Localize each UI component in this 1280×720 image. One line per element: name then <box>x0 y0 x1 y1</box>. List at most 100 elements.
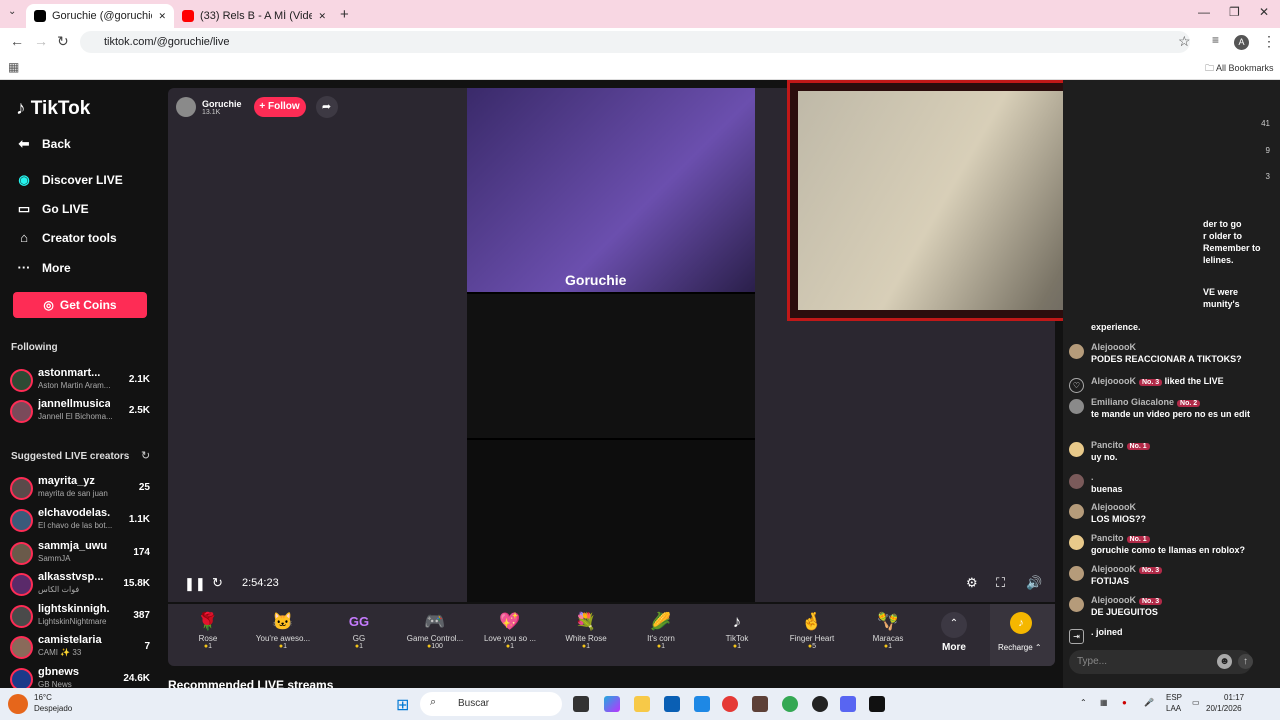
new-tab-icon[interactable]: + <box>340 6 349 23</box>
host-name[interactable]: Goruchie <box>202 99 242 109</box>
nav-discover-live[interactable]: ◉ Discover LIVE <box>16 172 122 188</box>
weather-icon[interactable] <box>8 694 28 714</box>
discord-icon[interactable] <box>840 696 856 712</box>
follow-button[interactable]: + Follow <box>253 97 306 117</box>
maximize-icon[interactable]: ❐ <box>1229 5 1240 19</box>
refresh-icon[interactable]: ↻ <box>141 449 150 462</box>
nav-go-live[interactable]: ▭ Go LIVE <box>16 201 89 217</box>
chrome-icon[interactable] <box>722 696 738 712</box>
nav-creator-tools[interactable]: ⌂ Creator tools <box>16 230 117 245</box>
settings-gear-icon[interactable]: ⚙ <box>966 575 978 591</box>
chat-username[interactable]: AlejooooK <box>1091 564 1136 574</box>
creator-name: mayrita_yz <box>38 475 95 487</box>
task-view-icon[interactable] <box>573 696 589 712</box>
gift-youre-awesome[interactable]: 🐱 You're aweso... ●1 <box>248 610 318 650</box>
get-coins-button[interactable]: ◎ Get Coins <box>13 292 147 318</box>
chat-username[interactable]: Emiliano Giacalone <box>1091 397 1174 407</box>
language-indicator[interactable]: ESP <box>1166 693 1182 702</box>
send-icon[interactable]: ↑ <box>1238 654 1253 669</box>
suggested-item[interactable]: mayrita_yz mayrita de san juan 25 <box>10 475 155 503</box>
edge-icon[interactable] <box>694 696 710 712</box>
gift-game-controller[interactable]: 🎮 Game Control... ●100 <box>400 610 470 650</box>
share-icon[interactable]: ➦ <box>315 96 338 118</box>
chrome-profile-icon[interactable] <box>782 696 798 712</box>
chat-username[interactable]: AlejooooK <box>1091 502 1136 512</box>
volume-icon[interactable]: 🔊 <box>1026 575 1042 591</box>
gift-its-corn[interactable]: 🌽 It's corn ●1 <box>626 610 696 650</box>
notice-line: Remember to <box>1203 243 1261 253</box>
more-gifts-button[interactable]: More <box>942 642 966 653</box>
tiktok-logo[interactable]: ♪ TikTok <box>16 98 90 120</box>
mic-icon[interactable]: 🎤 <box>1144 698 1154 707</box>
suggested-item[interactable]: elchavodelas... El chavo de las bot... 1.1… <box>10 507 155 535</box>
following-item[interactable]: jannellmusica Jannell El Bichoma... 2.5K <box>10 398 155 426</box>
tray-chevron-icon[interactable]: ⌃ <box>1080 698 1087 707</box>
gift-white-rose[interactable]: 💐 White Rose ●1 <box>551 610 621 650</box>
gift-maracas[interactable]: 🪇 Maracas ●1 <box>853 610 923 650</box>
nav-more[interactable]: ··· More <box>16 260 71 275</box>
all-bookmarks-button[interactable]: 🗀 All Bookmarks <box>1205 61 1274 77</box>
close-window-icon[interactable]: ✕ <box>1259 5 1269 19</box>
chevron-up-icon[interactable]: ⌃ <box>941 612 967 638</box>
emoji-icon[interactable]: ☻ <box>1217 654 1232 669</box>
chat-username[interactable]: AlejooooK <box>1091 376 1136 386</box>
pause-icon[interactable]: ❚❚ <box>184 576 206 592</box>
epic-games-icon[interactable] <box>869 696 885 712</box>
stream-video[interactable]: Goruchie <box>467 88 755 602</box>
suggested-item[interactable]: camistelaria CAMI ✨ 33 7 <box>10 634 155 662</box>
following-item[interactable]: astonmart... Aston Martin Aram... 2.1K <box>10 367 155 395</box>
suggested-item[interactable]: sammja_uwu SammJA 174 <box>10 540 155 568</box>
tab-youtube[interactable]: (33) Rels B - A MÍ (Videoclip Of ✕ <box>174 4 334 28</box>
chat-username[interactable]: AlejooooK <box>1091 342 1136 352</box>
chat-username[interactable]: Pancito <box>1091 533 1124 543</box>
tab-tiktok[interactable]: Goruchie (@goruchie) is LIVE ✕ <box>26 4 174 28</box>
suggested-item[interactable]: lightskinnigh... LightskinNightmare 387 <box>10 603 155 631</box>
reload-icon[interactable]: ↻ <box>57 33 69 50</box>
network-icon[interactable]: ▭ <box>1192 698 1200 707</box>
antivirus-icon[interactable]: ● <box>1122 698 1127 707</box>
chat-username[interactable]: Pancito <box>1091 440 1124 450</box>
windows-taskbar: 16°C Despejado ⊞ ⌕ Buscar ⌃ ▦ ● 🎤 ESP LAA… <box>0 688 1280 720</box>
refresh-stream-icon[interactable]: ↻ <box>212 575 223 591</box>
profile-avatar[interactable]: A <box>1234 35 1249 50</box>
menu-list-icon[interactable]: ≡ <box>1212 33 1219 47</box>
chat-username[interactable]: . <box>1091 627 1094 637</box>
avatar <box>10 636 33 659</box>
suggested-item[interactable]: gbnews GB News 24.6K <box>10 666 155 688</box>
copilot-icon[interactable] <box>604 696 620 712</box>
windows-start-icon[interactable]: ⊞ <box>396 695 409 715</box>
close-icon[interactable]: ✕ <box>158 11 166 22</box>
chat-username[interactable]: AlejooooK <box>1091 595 1136 605</box>
apps-grid-icon[interactable]: ▦ <box>8 60 19 74</box>
host-avatar[interactable] <box>176 97 196 117</box>
nav-back[interactable]: ⬅ Back <box>16 136 71 152</box>
back-icon[interactable]: ← <box>10 33 24 49</box>
fullscreen-icon[interactable]: ⛶ <box>996 575 1005 591</box>
file-explorer-icon[interactable] <box>634 696 650 712</box>
chat-username[interactable]: . <box>1091 472 1094 482</box>
wifi-icon[interactable]: ▦ <box>1100 698 1108 707</box>
tab-search-icon[interactable]: ⌄ <box>8 6 16 17</box>
suggested-item[interactable]: alkasstvsp... فوات الكاس 15.8K <box>10 571 155 599</box>
forward-icon[interactable]: → <box>34 33 48 49</box>
kebab-menu-icon[interactable]: ⋮ <box>1262 33 1276 50</box>
close-icon[interactable]: ✕ <box>318 11 326 22</box>
bookmark-star-icon[interactable]: ☆ <box>1178 33 1191 50</box>
game-controller-icon: 🎮 <box>424 612 446 631</box>
gift-love-you-so[interactable]: 💖 Love you so ... ●1 <box>475 610 545 650</box>
gift-rose[interactable]: 🌹 Rose ●1 <box>173 610 243 650</box>
store-icon[interactable] <box>664 696 680 712</box>
url-field[interactable]: tiktok.com/@goruchie/live <box>80 31 1190 53</box>
gift-tiktok[interactable]: ♪ TikTok ●1 <box>702 610 772 650</box>
recharge-button[interactable]: ♪ Recharge ⌃ <box>990 604 1055 666</box>
obs-icon[interactable] <box>812 696 828 712</box>
minimize-icon[interactable]: — <box>1198 5 1210 19</box>
gift-finger-heart[interactable]: 🤞 Finger Heart ●5 <box>777 610 847 650</box>
game-icon[interactable] <box>752 696 768 712</box>
clock-time[interactable]: 01:17 <box>1224 693 1244 702</box>
gift-gg[interactable]: GG GG ●1 <box>324 610 394 650</box>
gift-price: 1 <box>888 643 893 650</box>
taskbar-search[interactable]: ⌕ Buscar <box>420 692 562 716</box>
gift-name: Love you so ... <box>483 634 537 643</box>
creator-subtitle: Jannell El Bichoma... <box>38 412 113 421</box>
